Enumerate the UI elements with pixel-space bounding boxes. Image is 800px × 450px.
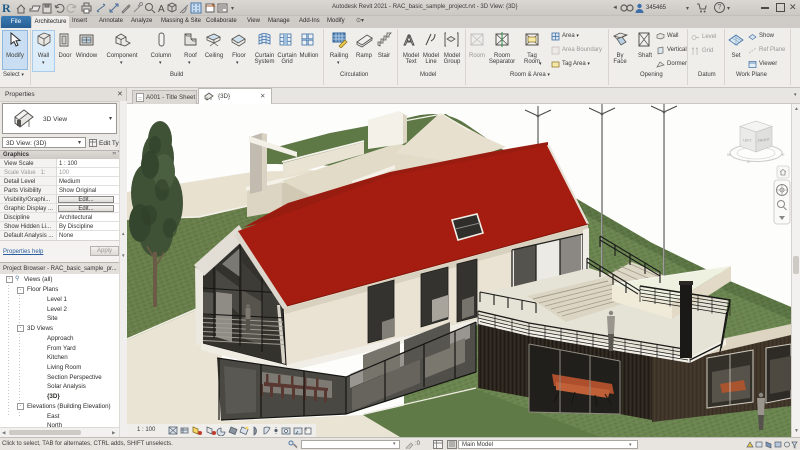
svg-text:S: S [747, 159, 750, 164]
svg-text:A: A [404, 32, 414, 48]
svg-text:▾: ▾ [231, 6, 234, 12]
svg-text:E: E [782, 152, 785, 157]
svg-text:A: A [158, 4, 165, 15]
svg-text:W: W [727, 152, 731, 157]
